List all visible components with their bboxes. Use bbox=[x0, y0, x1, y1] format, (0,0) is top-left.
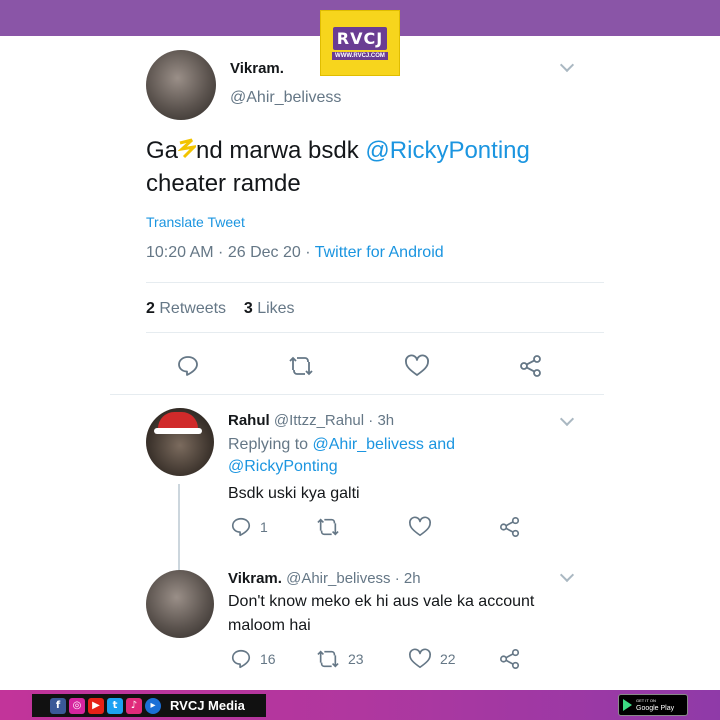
mention-link[interactable]: @RickyPonting bbox=[365, 137, 529, 164]
chevron-down-icon[interactable] bbox=[559, 57, 575, 73]
tweet-time[interactable]: 10:20 AM bbox=[146, 244, 214, 261]
share-icon[interactable] bbox=[518, 354, 544, 378]
facebook-icon[interactable]: f bbox=[50, 697, 66, 714]
reply-button[interactable]: 1 bbox=[230, 516, 268, 538]
like-icon[interactable] bbox=[408, 516, 440, 538]
likes-stat[interactable]: 3 Likes bbox=[244, 300, 295, 317]
yellow-emoji-censor-icon bbox=[177, 137, 199, 164]
logo-text: RVCJ bbox=[332, 26, 388, 50]
retweet-icon[interactable] bbox=[288, 354, 314, 378]
author-handle[interactable]: @Ahir_belivess bbox=[230, 89, 341, 107]
tweet-text-part: nd marwa bsdk bbox=[196, 137, 366, 164]
tweet-stats: 2 Retweets 3 Likes bbox=[146, 300, 295, 318]
avatar[interactable] bbox=[146, 408, 214, 476]
social-links: f ◎ ▶ t ♪ ▸ RVCJ Media bbox=[32, 694, 266, 717]
santa-hat-icon bbox=[154, 412, 202, 434]
social-label: RVCJ Media bbox=[170, 698, 245, 713]
mention-link[interactable]: @RickyPonting bbox=[228, 458, 338, 475]
bottom-brand-bar: f ◎ ▶ t ♪ ▸ RVCJ Media GET IT ON Google P… bbox=[0, 690, 720, 720]
tweet-text: Ga nd marwa bsdk @RickyPonting cheater ra… bbox=[146, 134, 566, 200]
avatar[interactable] bbox=[146, 50, 216, 120]
reply-author[interactable]: Vikram. @Ahir_belivess · 2h bbox=[228, 570, 421, 587]
mention-link[interactable]: @Ahir_belivess bbox=[313, 436, 424, 453]
twitter-icon[interactable]: t bbox=[107, 697, 123, 714]
divider bbox=[146, 282, 604, 283]
instagram-icon[interactable]: ◎ bbox=[69, 697, 85, 714]
retweet-button[interactable]: 23 bbox=[316, 648, 364, 670]
retweet-icon[interactable] bbox=[316, 516, 348, 538]
google-play-badge[interactable]: GET IT ON Google Play bbox=[618, 694, 688, 716]
reply-count: 1 bbox=[260, 519, 268, 535]
retweet-count: 23 bbox=[348, 651, 364, 667]
logo-url: WWW.RVCJ.COM bbox=[332, 51, 388, 60]
music-icon[interactable]: ♪ bbox=[126, 697, 142, 714]
youtube-icon[interactable]: ▶ bbox=[88, 697, 104, 714]
reply-2-actions: 16 23 22 bbox=[110, 648, 604, 678]
like-button[interactable]: 22 bbox=[408, 648, 456, 670]
reply-count: 16 bbox=[260, 651, 276, 667]
translate-tweet-link[interactable]: Translate Tweet bbox=[146, 214, 245, 230]
tweet-source-link[interactable]: Twitter for Android bbox=[315, 244, 444, 261]
tweet-meta: 10:20 AM · 26 Dec 20 · Twitter for Andro… bbox=[146, 244, 444, 261]
share-icon[interactable] bbox=[498, 516, 522, 538]
tweet-date[interactable]: 26 Dec 20 bbox=[228, 244, 301, 261]
chevron-down-icon[interactable] bbox=[559, 567, 575, 583]
retweets-stat[interactable]: 2 Retweets bbox=[146, 300, 226, 317]
google-play-icon bbox=[623, 699, 632, 711]
tweet-text-part: Ga bbox=[146, 137, 179, 164]
reply-text: Bsdk uski kya galti bbox=[228, 485, 360, 502]
divider bbox=[110, 394, 604, 395]
author-name[interactable]: Vikram. bbox=[230, 60, 284, 77]
chevron-down-icon[interactable] bbox=[559, 411, 575, 427]
reply-button[interactable]: 16 bbox=[230, 648, 276, 670]
store-label: GET IT ON Google Play bbox=[636, 698, 675, 712]
reply-text: Don't know meko ek hi aus vale ka accoun… bbox=[228, 593, 535, 634]
tweet-card: Vikram. @Ahir_belivess Ga nd marwa bsdk @… bbox=[110, 36, 604, 690]
reply-icon[interactable] bbox=[176, 354, 200, 378]
like-icon[interactable] bbox=[404, 354, 430, 378]
reply-1-actions: 1 bbox=[110, 516, 604, 546]
divider bbox=[146, 332, 604, 333]
replying-to: Replying to @Ahir_belivess and @RickyPon… bbox=[228, 436, 456, 475]
tweet-text-line2: cheater ramde bbox=[146, 170, 301, 197]
reply-author[interactable]: Rahul @Ittzz_Rahul · 3h bbox=[228, 412, 394, 429]
avatar[interactable] bbox=[146, 570, 214, 638]
like-count: 22 bbox=[440, 651, 456, 667]
rvcj-logo: RVCJ WWW.RVCJ.COM bbox=[320, 10, 400, 76]
play-icon[interactable]: ▸ bbox=[145, 697, 161, 714]
share-icon[interactable] bbox=[498, 648, 522, 670]
main-tweet-actions bbox=[110, 354, 604, 384]
